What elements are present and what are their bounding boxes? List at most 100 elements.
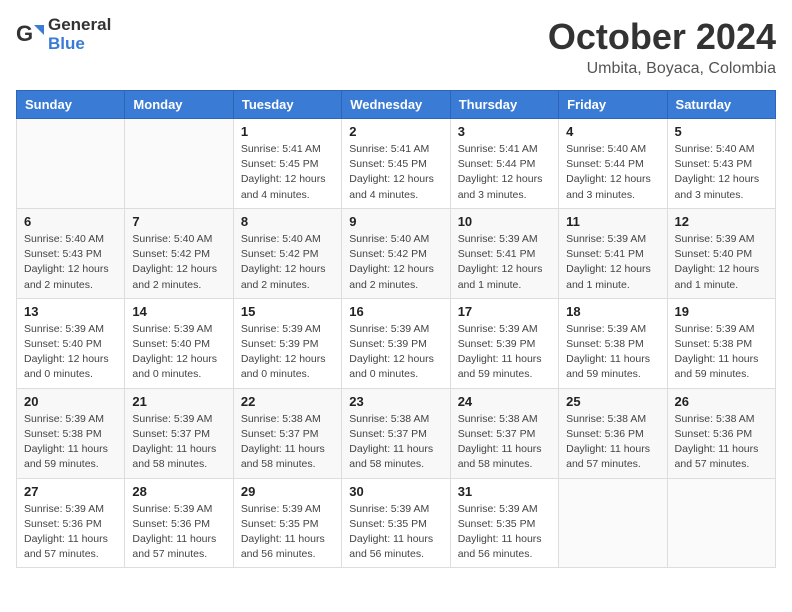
day-number: 22 [241,394,334,409]
calendar-week-row: 20 Sunrise: 5:39 AM Sunset: 5:38 PM Dayli… [17,388,776,478]
calendar-week-row: 1 Sunrise: 5:41 AM Sunset: 5:45 PM Daylig… [17,119,776,209]
calendar-cell: 9 Sunrise: 5:40 AM Sunset: 5:42 PM Daylig… [342,208,450,298]
day-number: 10 [458,214,551,229]
weekday-header-sunday: Sunday [17,91,125,119]
calendar-cell: 23 Sunrise: 5:38 AM Sunset: 5:37 PM Dayli… [342,388,450,478]
day-number: 9 [349,214,442,229]
weekday-header-friday: Friday [559,91,667,119]
day-number: 17 [458,304,551,319]
calendar-cell: 22 Sunrise: 5:38 AM Sunset: 5:37 PM Dayli… [233,388,341,478]
day-info: Sunrise: 5:39 AM Sunset: 5:41 PM Dayligh… [566,232,659,293]
logo: G General Blue [16,16,111,53]
calendar-cell: 3Sunrise: 5:41 AM Sunset: 5:44 PM Daylig… [450,119,558,209]
calendar-cell: 15 Sunrise: 5:39 AM Sunset: 5:39 PM Dayli… [233,298,341,388]
day-number: 15 [241,304,334,319]
day-number: 28 [132,484,225,499]
day-info: Sunrise: 5:39 AM Sunset: 5:39 PM Dayligh… [349,322,442,383]
day-info: Sunrise: 5:39 AM Sunset: 5:37 PM Dayligh… [132,412,225,473]
calendar-cell: 14 Sunrise: 5:39 AM Sunset: 5:40 PM Dayli… [125,298,233,388]
day-number: 16 [349,304,442,319]
calendar-cell: 26Sunrise: 5:38 AM Sunset: 5:36 PM Dayli… [667,388,775,478]
day-info: Sunrise: 5:39 AM Sunset: 5:40 PM Dayligh… [132,322,225,383]
day-info: Sunrise: 5:39 AM Sunset: 5:41 PM Dayligh… [458,232,551,293]
day-number: 23 [349,394,442,409]
calendar-cell: 19Sunrise: 5:39 AM Sunset: 5:38 PM Dayli… [667,298,775,388]
day-info: Sunrise: 5:39 AM Sunset: 5:36 PM Dayligh… [24,502,117,563]
calendar-cell: 24Sunrise: 5:38 AM Sunset: 5:37 PM Dayli… [450,388,558,478]
calendar-cell: 20 Sunrise: 5:39 AM Sunset: 5:38 PM Dayli… [17,388,125,478]
calendar-cell: 17 Sunrise: 5:39 AM Sunset: 5:39 PM Dayli… [450,298,558,388]
day-number: 4 [566,124,659,139]
day-info: Sunrise: 5:39 AM Sunset: 5:38 PM Dayligh… [566,322,659,383]
day-number: 14 [132,304,225,319]
day-info: Sunrise: 5:40 AM Sunset: 5:42 PM Dayligh… [349,232,442,293]
day-info: Sunrise: 5:41 AM Sunset: 5:44 PM Dayligh… [458,142,551,203]
day-number: 25 [566,394,659,409]
day-number: 5 [675,124,768,139]
day-info: Sunrise: 5:39 AM Sunset: 5:39 PM Dayligh… [458,322,551,383]
calendar-cell: 31Sunrise: 5:39 AM Sunset: 5:35 PM Dayli… [450,478,558,568]
day-number: 18 [566,304,659,319]
day-info: Sunrise: 5:39 AM Sunset: 5:40 PM Dayligh… [24,322,117,383]
day-info: Sunrise: 5:41 AM Sunset: 5:45 PM Dayligh… [349,142,442,203]
calendar-cell: 1 Sunrise: 5:41 AM Sunset: 5:45 PM Daylig… [233,119,341,209]
day-number: 27 [24,484,117,499]
day-number: 31 [458,484,551,499]
day-number: 21 [132,394,225,409]
day-number: 12 [675,214,768,229]
calendar-cell: 6 Sunrise: 5:40 AM Sunset: 5:43 PM Daylig… [17,208,125,298]
day-info: Sunrise: 5:40 AM Sunset: 5:43 PM Dayligh… [24,232,117,293]
day-number: 29 [241,484,334,499]
weekday-header-saturday: Saturday [667,91,775,119]
calendar-cell: 13Sunrise: 5:39 AM Sunset: 5:40 PM Dayli… [17,298,125,388]
calendar-cell: 2 Sunrise: 5:41 AM Sunset: 5:45 PM Daylig… [342,119,450,209]
weekday-header-row: SundayMondayTuesdayWednesdayThursdayFrid… [17,91,776,119]
calendar-cell: 27 Sunrise: 5:39 AM Sunset: 5:36 PM Dayli… [17,478,125,568]
day-info: Sunrise: 5:41 AM Sunset: 5:45 PM Dayligh… [241,142,334,203]
calendar-cell: 16 Sunrise: 5:39 AM Sunset: 5:39 PM Dayli… [342,298,450,388]
day-info: Sunrise: 5:38 AM Sunset: 5:36 PM Dayligh… [566,412,659,473]
day-number: 2 [349,124,442,139]
title-block: October 2024 Umbita, Boyaca, Colombia [548,16,776,78]
day-number: 26 [675,394,768,409]
day-number: 6 [24,214,117,229]
calendar-cell: 28 Sunrise: 5:39 AM Sunset: 5:36 PM Dayli… [125,478,233,568]
day-info: Sunrise: 5:40 AM Sunset: 5:43 PM Dayligh… [675,142,768,203]
day-info: Sunrise: 5:39 AM Sunset: 5:38 PM Dayligh… [24,412,117,473]
day-info: Sunrise: 5:39 AM Sunset: 5:36 PM Dayligh… [132,502,225,563]
logo-icon: G [16,21,44,49]
svg-text:G: G [16,21,33,46]
day-number: 1 [241,124,334,139]
day-number: 30 [349,484,442,499]
calendar-week-row: 27 Sunrise: 5:39 AM Sunset: 5:36 PM Dayli… [17,478,776,568]
calendar-cell: 10 Sunrise: 5:39 AM Sunset: 5:41 PM Dayli… [450,208,558,298]
month-title: October 2024 [548,16,776,58]
calendar-cell: 21 Sunrise: 5:39 AM Sunset: 5:37 PM Dayli… [125,388,233,478]
logo-blue-text: Blue [48,35,111,54]
day-info: Sunrise: 5:38 AM Sunset: 5:37 PM Dayligh… [241,412,334,473]
day-info: Sunrise: 5:40 AM Sunset: 5:42 PM Dayligh… [132,232,225,293]
calendar-cell: 30 Sunrise: 5:39 AM Sunset: 5:35 PM Dayli… [342,478,450,568]
calendar-cell [559,478,667,568]
calendar-table: SundayMondayTuesdayWednesdayThursdayFrid… [16,90,776,568]
day-number: 11 [566,214,659,229]
day-info: Sunrise: 5:39 AM Sunset: 5:35 PM Dayligh… [241,502,334,563]
calendar-cell: 25 Sunrise: 5:38 AM Sunset: 5:36 PM Dayli… [559,388,667,478]
calendar-cell: 8Sunrise: 5:40 AM Sunset: 5:42 PM Daylig… [233,208,341,298]
weekday-header-thursday: Thursday [450,91,558,119]
day-info: Sunrise: 5:40 AM Sunset: 5:44 PM Dayligh… [566,142,659,203]
day-number: 19 [675,304,768,319]
day-info: Sunrise: 5:39 AM Sunset: 5:35 PM Dayligh… [349,502,442,563]
day-info: Sunrise: 5:38 AM Sunset: 5:37 PM Dayligh… [349,412,442,473]
day-number: 20 [24,394,117,409]
day-number: 24 [458,394,551,409]
calendar-cell: 18 Sunrise: 5:39 AM Sunset: 5:38 PM Dayli… [559,298,667,388]
calendar-cell: 11 Sunrise: 5:39 AM Sunset: 5:41 PM Dayli… [559,208,667,298]
calendar-cell: 5 Sunrise: 5:40 AM Sunset: 5:43 PM Daylig… [667,119,775,209]
calendar-cell [125,119,233,209]
day-info: Sunrise: 5:40 AM Sunset: 5:42 PM Dayligh… [241,232,334,293]
calendar-cell: 4 Sunrise: 5:40 AM Sunset: 5:44 PM Daylig… [559,119,667,209]
day-number: 7 [132,214,225,229]
weekday-header-tuesday: Tuesday [233,91,341,119]
day-info: Sunrise: 5:39 AM Sunset: 5:39 PM Dayligh… [241,322,334,383]
